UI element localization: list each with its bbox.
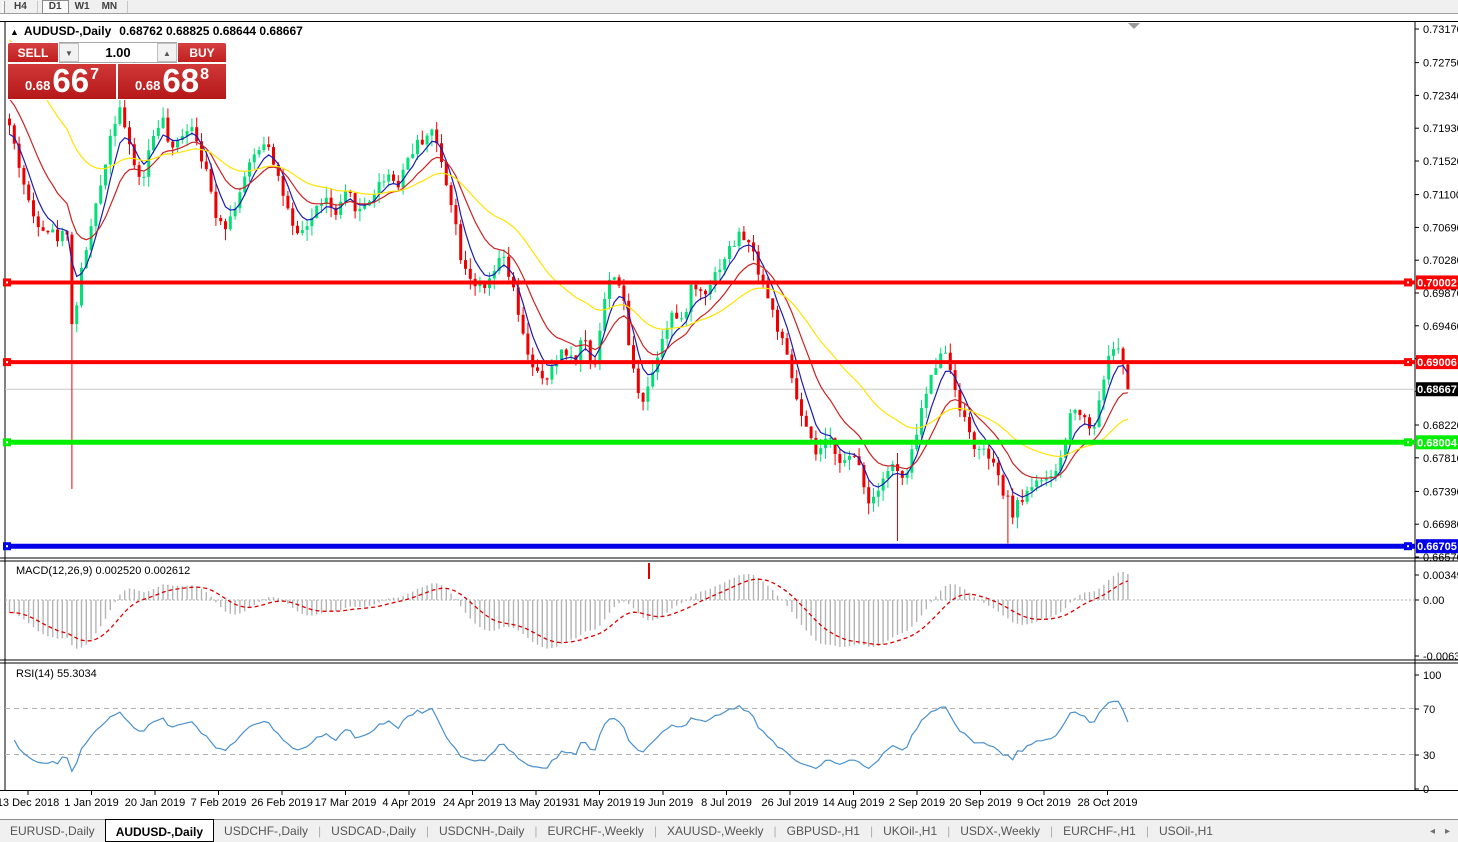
svg-text:0.68667: 0.68667 — [1417, 384, 1457, 396]
symbol-tab-bar: EURUSD-,DailyAUDUSD-,DailyUSDCHF-,Daily|… — [0, 819, 1458, 842]
svg-text:0.00349: 0.00349 — [1423, 570, 1458, 582]
price-chart: 0.73170 0.72750 0.72340 0.71930 0.71520 0.711… — [0, 0, 1458, 842]
timeframe-button-w1[interactable]: W1 — [69, 0, 96, 13]
sell-price-prefix: 0.68 — [25, 78, 50, 93]
macd-label: MACD(12,26,9) 0.002520 0.002612 — [16, 565, 190, 577]
svg-text:100: 100 — [1423, 670, 1441, 682]
chart-title: ▲ AUDUSD-,Daily 0.68762 0.68825 0.68644 0.… — [10, 24, 303, 38]
svg-text:2 Sep 2019: 2 Sep 2019 — [889, 797, 945, 809]
timeframe-toolbar: H4 D1W1MN — [0, 0, 1458, 14]
svg-text:20 Jan 2019: 20 Jan 2019 — [125, 797, 186, 809]
svg-text:0.72340: 0.72340 — [1423, 90, 1458, 102]
tab-eurchf-weekly[interactable]: EURCHF-,Weekly — [537, 820, 653, 842]
toolbar-separator — [127, 1, 128, 13]
svg-text:0.00: 0.00 — [1423, 595, 1444, 607]
tab-scroll-left-icon[interactable]: ◂ — [1430, 826, 1435, 837]
svg-text:0.72750: 0.72750 — [1423, 58, 1458, 70]
volume-input[interactable] — [79, 43, 157, 62]
volume-decrease-button[interactable]: ▼ — [59, 43, 79, 62]
svg-text:0.71100: 0.71100 — [1423, 190, 1458, 202]
timeframe-button-h4[interactable]: H4 — [8, 0, 33, 13]
one-click-trade-panel: SELL ▼ ▲ BUY 0.68 66 7 0.68 68 8 — [7, 42, 227, 100]
svg-text:26 Jul 2019: 26 Jul 2019 — [762, 797, 819, 809]
timeframe-button-d1[interactable]: D1 — [42, 0, 69, 14]
symbol-label: AUDUSD-,Daily — [24, 24, 111, 38]
svg-text:0.71930: 0.71930 — [1423, 123, 1458, 135]
volume-increase-button[interactable]: ▲ — [157, 43, 177, 62]
sell-price-display[interactable]: 0.68 66 7 — [7, 63, 117, 100]
tab-gbpusd-h1[interactable]: GBPUSD-,H1 — [777, 820, 870, 842]
buy-price-pip: 8 — [200, 66, 209, 84]
buy-price-prefix: 0.68 — [135, 78, 160, 93]
tab-xauusd-weekly[interactable]: XAUUSD-,Weekly — [657, 820, 773, 842]
ohlc-values: 0.68762 0.68825 0.68644 0.68667 — [119, 24, 303, 38]
sell-price-main: 66 — [52, 66, 89, 96]
svg-text:26 Feb 2019: 26 Feb 2019 — [251, 797, 313, 809]
svg-text:24 Apr 2019: 24 Apr 2019 — [443, 797, 502, 809]
toolbar-separator — [37, 1, 38, 13]
svg-text:0.68220: 0.68220 — [1423, 420, 1458, 432]
svg-text:0: 0 — [1423, 784, 1429, 796]
tab-scroll-right-icon[interactable]: ▸ — [1445, 826, 1450, 837]
tab-scroll-arrows: ◂▸ — [1430, 826, 1450, 837]
tab-audusd-daily[interactable]: AUDUSD-,Daily — [105, 819, 214, 842]
svg-text:30: 30 — [1423, 750, 1435, 762]
toolbar-grip[interactable] — [2, 1, 5, 13]
svg-text:4 Apr 2019: 4 Apr 2019 — [382, 797, 435, 809]
svg-text:0.66980: 0.66980 — [1423, 519, 1458, 531]
svg-text:7 Feb 2019: 7 Feb 2019 — [191, 797, 247, 809]
svg-text:13 May 2019: 13 May 2019 — [504, 797, 568, 809]
svg-text:14 Aug 2019: 14 Aug 2019 — [823, 797, 885, 809]
timeframe-button-mn[interactable]: MN — [96, 0, 124, 13]
tab-eurusd-daily[interactable]: EURUSD-,Daily — [0, 820, 105, 842]
sell-button[interactable]: SELL — [7, 42, 59, 63]
rsi-label: RSI(14) 55.3034 — [16, 668, 97, 680]
svg-text:0.73170: 0.73170 — [1423, 24, 1458, 36]
tab-eurchf-h1[interactable]: EURCHF-,H1 — [1053, 820, 1146, 842]
tab-usdx-weekly[interactable]: USDX-,Weekly — [950, 820, 1050, 842]
tab-usdcnh-daily[interactable]: USDCNH-,Daily — [429, 820, 534, 842]
svg-text:0.67810: 0.67810 — [1423, 453, 1458, 465]
volume-widget: ▼ ▲ — [59, 42, 177, 63]
buy-price-main: 68 — [162, 66, 199, 96]
svg-text:0.69870: 0.69870 — [1423, 288, 1458, 300]
collapse-arrow-icon[interactable]: ▲ — [10, 27, 19, 37]
buy-button[interactable]: BUY — [177, 42, 227, 63]
svg-text:0.69006: 0.69006 — [1417, 357, 1457, 369]
svg-text:-0.00637: -0.00637 — [1423, 651, 1458, 663]
tab-usdchf-daily[interactable]: USDCHF-,Daily — [214, 820, 318, 842]
tab-ukoil-h1[interactable]: UKOil-,H1 — [873, 820, 947, 842]
tab-usoil-h1[interactable]: USOil-,H1 — [1149, 820, 1223, 842]
svg-text:0.69460: 0.69460 — [1423, 321, 1458, 333]
svg-text:19 Jun 2019: 19 Jun 2019 — [633, 797, 694, 809]
svg-text:17 Mar 2019: 17 Mar 2019 — [315, 797, 377, 809]
svg-text:1 Jan 2019: 1 Jan 2019 — [64, 797, 118, 809]
svg-text:0.66705: 0.66705 — [1417, 541, 1457, 553]
trading-app-window: 0.73170 0.72750 0.72340 0.71930 0.71520 0.711… — [0, 0, 1458, 842]
svg-text:31 May 2019: 31 May 2019 — [568, 797, 632, 809]
svg-text:0.70280: 0.70280 — [1423, 255, 1458, 267]
svg-text:0.66570: 0.66570 — [1423, 552, 1458, 564]
svg-text:0.71520: 0.71520 — [1423, 156, 1458, 168]
svg-text:0.67390: 0.67390 — [1423, 486, 1458, 498]
svg-text:13 Dec 2018: 13 Dec 2018 — [0, 797, 59, 809]
sell-price-pip: 7 — [90, 66, 99, 84]
svg-text:0.70002: 0.70002 — [1417, 277, 1457, 289]
svg-text:70: 70 — [1423, 704, 1435, 716]
svg-text:0.70690: 0.70690 — [1423, 222, 1458, 234]
buy-price-display[interactable]: 0.68 68 8 — [117, 63, 227, 100]
svg-text:0.68004: 0.68004 — [1417, 437, 1458, 449]
svg-text:20 Sep 2019: 20 Sep 2019 — [949, 797, 1011, 809]
chart-frame — [0, 15, 1458, 842]
svg-text:8 Jul 2019: 8 Jul 2019 — [701, 797, 752, 809]
svg-text:28 Oct 2019: 28 Oct 2019 — [1078, 797, 1138, 809]
svg-text:9 Oct 2019: 9 Oct 2019 — [1017, 797, 1071, 809]
tab-usdcad-daily[interactable]: USDCAD-,Daily — [321, 820, 426, 842]
